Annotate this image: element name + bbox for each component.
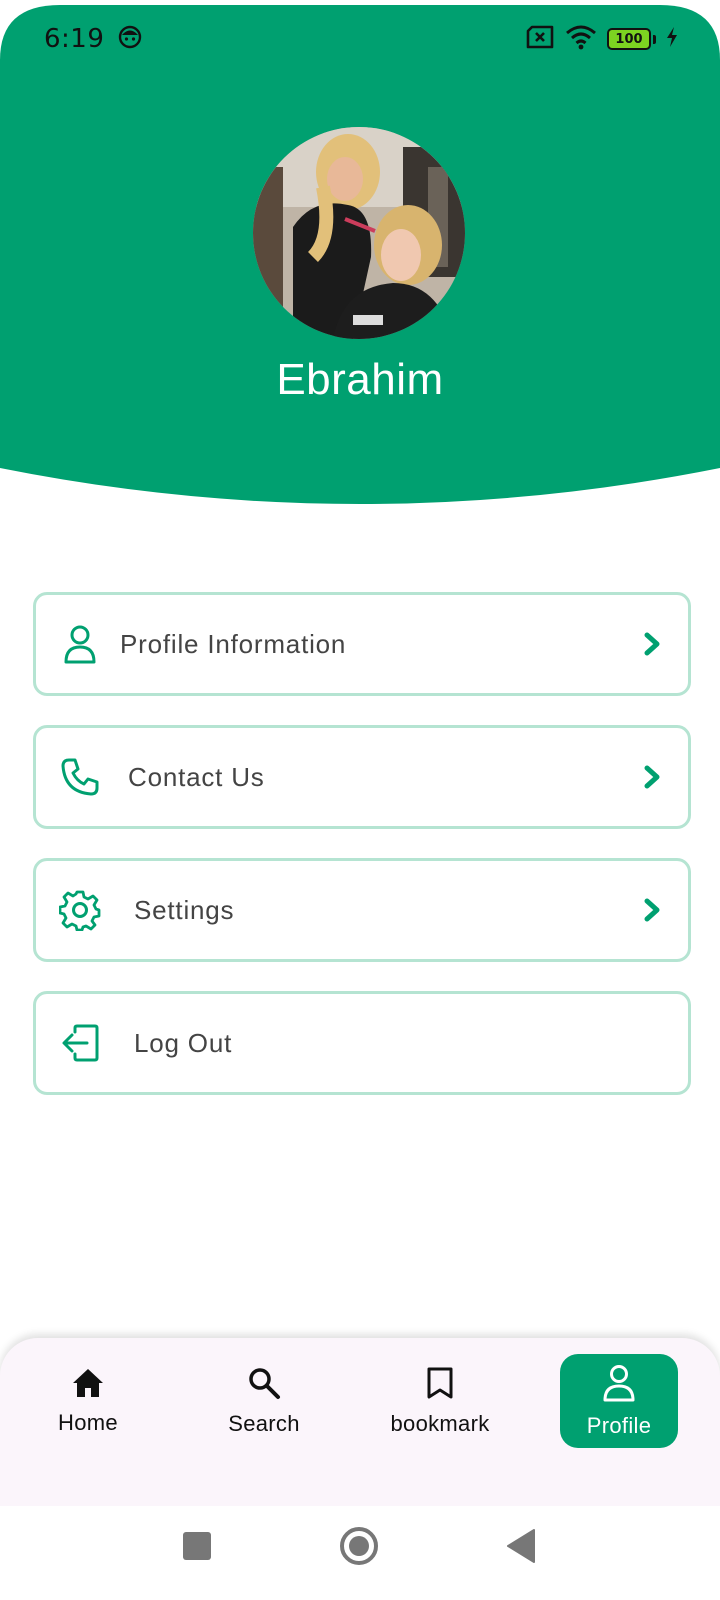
square-icon — [183, 1532, 211, 1560]
nav-item-search[interactable]: Search — [205, 1354, 323, 1448]
nav-label-search: Search — [228, 1410, 300, 1436]
nav-label-bookmark: bookmark — [390, 1410, 490, 1436]
menu-label-profile-information: Profile Information — [120, 628, 347, 659]
bottom-navigation: Home Search bookmark Profile — [0, 1338, 720, 1506]
person-icon — [58, 622, 102, 666]
nav-item-bookmark[interactable]: bookmark — [381, 1354, 499, 1448]
menu-item-log-out[interactable]: Log Out — [33, 991, 691, 1095]
no-sim-icon — [525, 25, 555, 54]
person-icon — [602, 1364, 636, 1407]
circle-icon — [340, 1527, 378, 1565]
chevron-right-icon — [642, 898, 662, 922]
battery-level: 100 — [607, 28, 651, 50]
menu-item-settings[interactable]: Settings — [33, 858, 691, 962]
back-triangle-icon — [507, 1529, 535, 1563]
menu-label-settings: Settings — [134, 894, 235, 925]
status-time: 6:19 — [44, 24, 105, 54]
avatar[interactable] — [253, 127, 465, 339]
menu-label-log-out: Log Out — [134, 1027, 233, 1058]
avatar-photo — [253, 127, 465, 339]
menu-item-contact-us[interactable]: Contact Us — [33, 725, 691, 829]
chevron-right-icon — [642, 632, 662, 656]
back-button[interactable] — [506, 1528, 536, 1569]
wifi-icon — [565, 24, 597, 55]
user-name: Ebrahim — [276, 355, 444, 404]
gear-icon — [58, 888, 102, 932]
recents-button[interactable] — [181, 1530, 213, 1567]
status-left: 6:19 — [44, 24, 142, 54]
system-navigation-bar — [0, 1506, 720, 1600]
status-bar: 6:19 100 — [0, 0, 720, 78]
menu-item-profile-information[interactable]: Profile Information — [33, 592, 691, 696]
charging-icon — [666, 26, 678, 52]
home-system-button[interactable] — [339, 1526, 379, 1571]
bookmark-icon — [425, 1366, 455, 1405]
chevron-right-icon — [642, 765, 662, 789]
search-icon — [247, 1366, 281, 1405]
notification-face-icon — [118, 25, 142, 54]
battery-tip — [653, 34, 656, 44]
home-icon — [71, 1367, 105, 1404]
logout-icon — [58, 1021, 102, 1065]
battery-icon: 100 — [607, 28, 656, 50]
menu-label-contact-us: Contact Us — [128, 761, 265, 792]
nav-label-profile: Profile — [586, 1412, 652, 1438]
profile-menu: Profile Information Contact Us Settings — [33, 592, 691, 1124]
nav-item-home[interactable]: Home — [29, 1354, 147, 1448]
phone-icon — [58, 755, 102, 799]
nav-item-profile[interactable]: Profile — [560, 1354, 678, 1448]
nav-label-home: Home — [58, 1409, 118, 1435]
status-right: 100 — [525, 24, 678, 55]
